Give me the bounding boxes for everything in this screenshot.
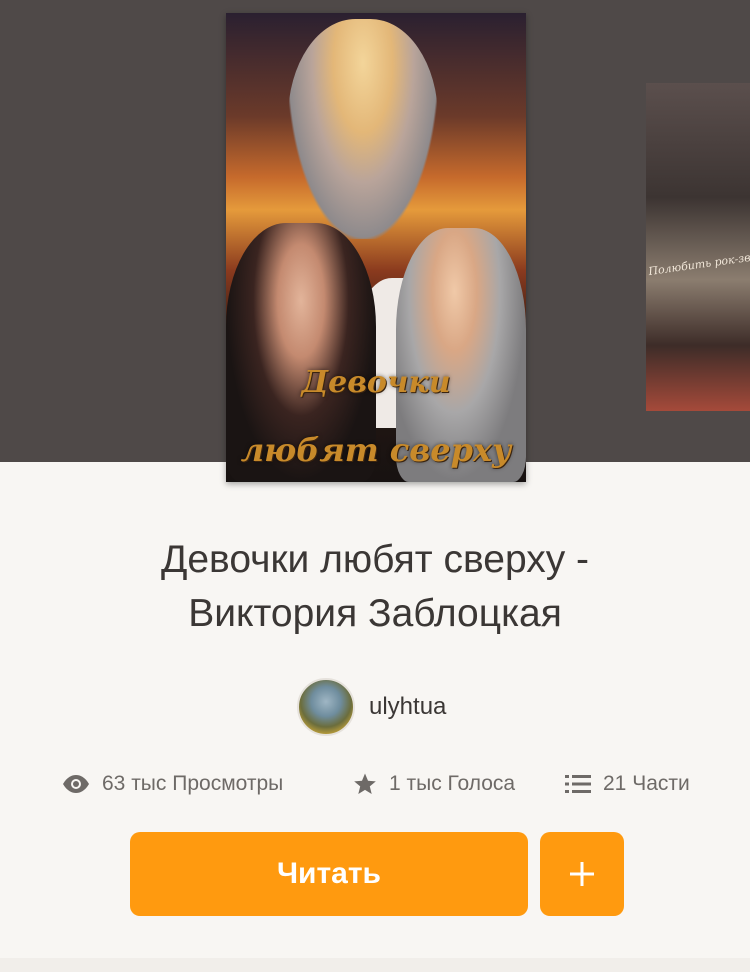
stat-votes: 1 тыс Голоса	[353, 764, 515, 804]
plus-icon	[570, 862, 594, 886]
author-name[interactable]: ulyhtua	[369, 693, 446, 721]
eye-icon	[63, 775, 89, 793]
story-title-line1: Девочки любят сверху -	[160, 538, 590, 581]
read-button-label: Читать	[276, 857, 382, 890]
next-story-cover[interactable]: Полюбить рок-зв	[646, 83, 750, 411]
next-cover-text: Полюбить рок-зв	[647, 250, 750, 279]
list-icon	[565, 775, 591, 793]
stat-views: 63 тыс Просмотры	[62, 764, 283, 804]
votes-count: 1 тыс Голоса	[389, 772, 516, 795]
read-button[interactable]: Читать	[130, 832, 528, 916]
add-to-library-button[interactable]	[540, 832, 624, 916]
cover-figure-woman	[288, 19, 438, 239]
cover-carousel[interactable]: Девочки любят сверху Полюбить рок-зв	[0, 0, 750, 482]
bottom-divider	[0, 958, 750, 972]
stat-parts: 21 Части	[565, 764, 690, 804]
star-icon	[354, 773, 376, 794]
author-link[interactable]: ulyhtua	[297, 678, 446, 736]
cover-title-line2: любят сверху	[240, 431, 512, 469]
parts-count: 21 Части	[603, 772, 690, 795]
story-cover-image[interactable]: Девочки любят сверху	[226, 13, 526, 482]
cover-title-line1: Девочки	[301, 365, 451, 400]
story-title-line2: Виктория Заблоцкая	[188, 592, 562, 635]
views-count: 63 тыс Просмотры	[102, 772, 284, 795]
story-stats: 63 тыс Просмотры 1 тыс Голоса 21 Части	[0, 764, 750, 804]
story-title: Девочки любят сверху - Виктория Заблоцка…	[0, 533, 750, 641]
avatar[interactable]	[297, 678, 355, 736]
